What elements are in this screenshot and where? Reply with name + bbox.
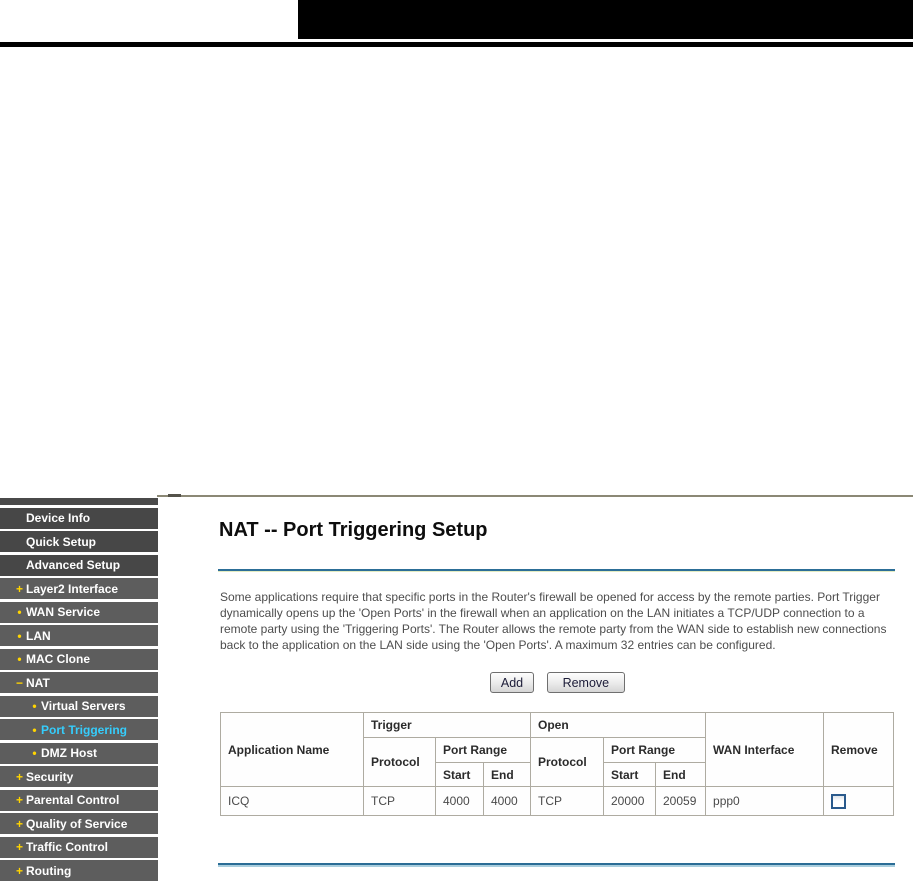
sidebar-item-label: Quality of Service (26, 816, 128, 831)
col-header-open-start: Start (603, 762, 656, 787)
sidebar-item-label: LAN (26, 628, 51, 643)
col-header-trigger-start: Start (435, 762, 484, 787)
bullet-icon: • (32, 722, 37, 737)
sidebar-item-label: Traffic Control (26, 840, 109, 854)
col-header-open-protocol: Protocol (530, 737, 604, 787)
bullet-icon: • (17, 605, 22, 619)
col-header-trigger: Trigger (363, 712, 531, 738)
sidebar-item-dmz-host[interactable]: • DMZ Host (0, 742, 158, 764)
col-header-wan-interface: WAN Interface (705, 712, 825, 787)
sidebar-item-lan[interactable]: • LAN (0, 625, 158, 646)
sidebar-item-label: Layer2 Interface (26, 581, 119, 596)
sidebar-item-device-info[interactable]: Device Info (0, 507, 158, 529)
header-rule (0, 42, 913, 47)
plus-icon: + (15, 793, 23, 807)
sidebar-item-label: WAN Service (26, 605, 101, 619)
cell-trigger-start: 4000 (435, 786, 484, 816)
col-header-application-name: Application Name (220, 712, 364, 787)
plus-icon: + (15, 863, 23, 878)
sidebar-item-layer2-interface[interactable]: + Layer2 Interface (0, 578, 158, 599)
plus-icon: + (15, 816, 23, 831)
plus-icon: + (15, 840, 23, 854)
sidebar-item-label: Advanced Setup (26, 558, 121, 572)
col-header-open-port-range: Port Range (602, 737, 707, 763)
col-header-remove: Remove (823, 712, 895, 787)
sidebar-item-label: Parental Control (26, 793, 120, 807)
sidebar-item-label: Port Triggering (41, 722, 128, 737)
sidebar-item-label: Virtual Servers (41, 699, 126, 713)
sidebar-item-parental-control[interactable]: + Parental Control (0, 789, 158, 811)
sidebar-item-label: Security (26, 769, 74, 784)
sidebar-top-bar (0, 498, 158, 505)
description-text: Some applications require that specific … (220, 590, 887, 652)
sidebar-item-label: DMZ Host (41, 746, 97, 760)
sidebar: Device Info Quick Setup Advanced Setup +… (0, 498, 158, 884)
port-triggering-table: Application Name Trigger Open WAN Interf… (220, 712, 895, 816)
col-header-trigger-end: End (483, 762, 531, 787)
cell-trigger-end: 4000 (483, 786, 531, 816)
bullet-icon: • (32, 699, 37, 713)
sidebar-item-quality-of-service[interactable]: + Quality of Service (0, 813, 158, 834)
cell-open-protocol: TCP (530, 786, 604, 816)
sidebar-item-virtual-servers[interactable]: • Virtual Servers (0, 695, 158, 717)
bullet-icon: • (17, 652, 22, 666)
sidebar-item-nat[interactable]: − NAT (0, 672, 158, 693)
sidebar-item-label: Device Info (26, 511, 91, 525)
header-banner (298, 0, 913, 39)
sidebar-item-routing[interactable]: + Routing (0, 860, 158, 881)
cell-open-end: 20059 (654, 786, 707, 816)
sidebar-item-wan-service[interactable]: • WAN Service (0, 601, 158, 623)
bottom-divider (218, 863, 895, 867)
title-divider (218, 569, 895, 572)
sidebar-item-label: Quick Setup (26, 534, 97, 549)
cell-trigger-protocol: TCP (363, 786, 436, 816)
sidebar-item-security[interactable]: + Security (0, 766, 158, 787)
sidebar-item-mac-clone[interactable]: • MAC Clone (0, 648, 158, 670)
sidebar-item-advanced-setup[interactable]: Advanced Setup (0, 554, 158, 576)
frame-separator-accent (168, 494, 181, 497)
plus-icon: + (15, 769, 23, 784)
bullet-icon: • (32, 746, 37, 760)
add-button[interactable]: Add (489, 672, 535, 693)
button-row: Add Remove (220, 672, 895, 693)
page-title: NAT -- Port Triggering Setup (219, 519, 488, 541)
col-header-open: Open (529, 712, 707, 738)
cell-remove (823, 786, 895, 816)
remove-button[interactable]: Remove (546, 672, 626, 693)
sidebar-item-label: MAC Clone (26, 652, 90, 666)
cell-application-name: ICQ (220, 786, 364, 816)
sidebar-item-traffic-control[interactable]: + Traffic Control (0, 836, 158, 858)
col-header-trigger-port-range: Port Range (435, 737, 531, 763)
sidebar-item-label: Routing (26, 863, 72, 878)
sidebar-item-port-triggering[interactable]: • Port Triggering (0, 719, 158, 740)
minus-icon: − (15, 675, 23, 690)
plus-icon: + (15, 581, 23, 596)
remove-checkbox[interactable] (831, 793, 847, 809)
cell-wan-interface: ppp0 (705, 786, 825, 816)
col-header-trigger-protocol: Protocol (363, 737, 436, 787)
table-row: ICQ TCP 4000 4000 TCP 20000 20059 ppp0 (220, 786, 895, 816)
sidebar-item-label: NAT (26, 675, 50, 690)
col-header-open-end: End (654, 762, 707, 787)
sidebar-item-quick-setup[interactable]: Quick Setup (0, 531, 158, 552)
frame-separator-line (157, 495, 913, 497)
cell-open-start: 20000 (603, 786, 656, 816)
bullet-icon: • (17, 628, 22, 643)
